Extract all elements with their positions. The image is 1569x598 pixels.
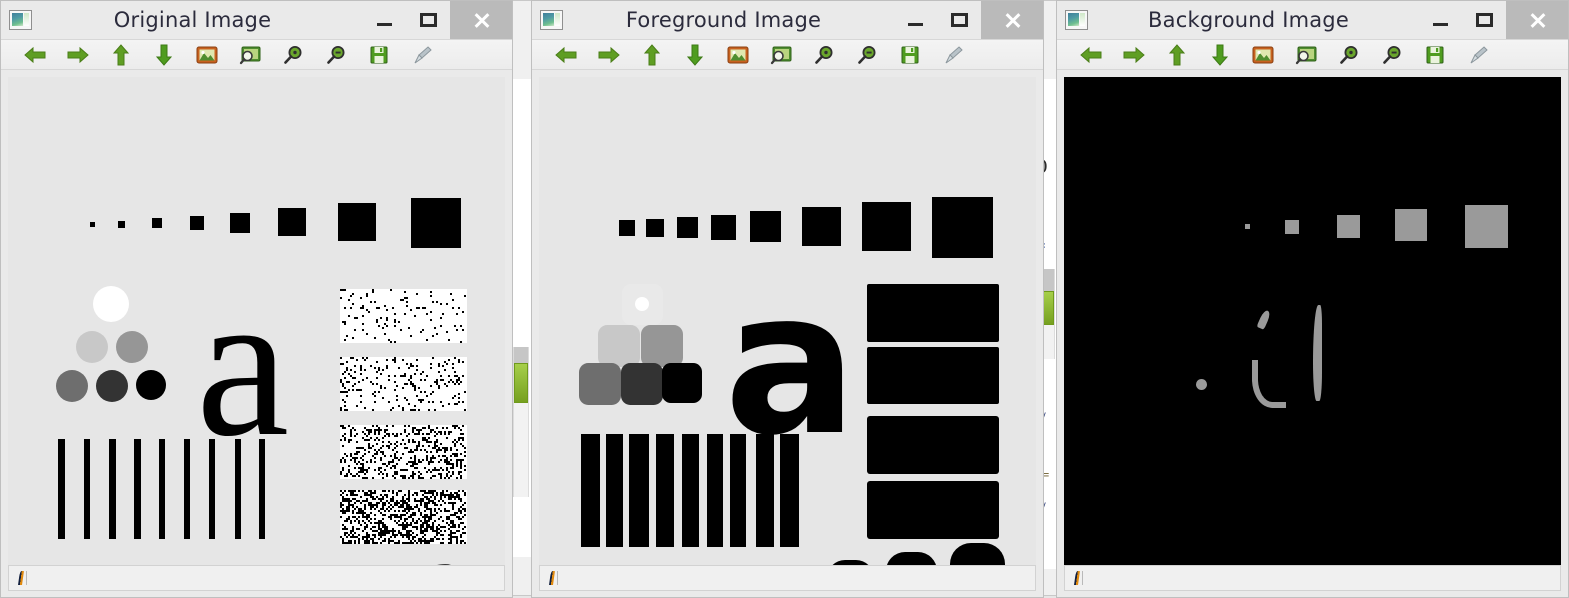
close-icon <box>473 12 490 29</box>
image-search-icon[interactable] <box>1284 40 1327 69</box>
sliver-scrollbar[interactable] <box>513 347 529 497</box>
window-foreground-image[interactable]: Foreground Image a <box>531 0 1044 598</box>
text-caret-icon <box>549 571 561 585</box>
minimize-icon <box>376 22 392 26</box>
desktop: 9 \ 9 ) : / = / Original Image <box>0 0 1569 598</box>
image-window-icon <box>540 10 563 30</box>
back-icon[interactable] <box>13 40 56 69</box>
image-window-icon <box>9 10 32 30</box>
down-icon[interactable] <box>1198 40 1241 69</box>
toolbar <box>532 39 1043 70</box>
maximize-button[interactable] <box>1462 1 1506 39</box>
client-area: a <box>532 71 1043 597</box>
image-icon[interactable] <box>1241 40 1284 69</box>
scrollbar-cap <box>514 347 528 363</box>
zoom-in-icon[interactable] <box>802 40 845 69</box>
toolbar <box>1057 39 1568 70</box>
forward-icon[interactable] <box>1112 40 1155 69</box>
maximize-icon <box>950 13 968 27</box>
image-canvas-foreground[interactable]: a <box>539 77 1036 569</box>
save-icon[interactable] <box>357 40 400 69</box>
back-icon[interactable] <box>1069 40 1112 69</box>
image-canvas-original[interactable]: a a a a a a <box>8 77 505 569</box>
titlebar[interactable]: Original Image <box>1 1 512 39</box>
zoom-in-icon[interactable] <box>1327 40 1370 69</box>
client-area <box>1057 71 1568 597</box>
large-letter-a: a <box>196 248 290 480</box>
titlebar[interactable]: Foreground Image <box>532 1 1043 39</box>
clear-icon[interactable] <box>931 40 974 69</box>
up-icon[interactable] <box>630 40 673 69</box>
down-icon[interactable] <box>673 40 716 69</box>
forward-icon[interactable] <box>56 40 99 69</box>
zoom-out-icon[interactable] <box>845 40 888 69</box>
maximize-button[interactable] <box>406 1 450 39</box>
scrollbar-thumb[interactable] <box>514 363 528 403</box>
minimize-icon <box>1432 22 1448 26</box>
toolbar <box>1 39 512 70</box>
window-original-image[interactable]: Original Image a <box>0 0 513 598</box>
titlebar[interactable]: Background Image <box>1057 1 1568 39</box>
zoom-in-icon[interactable] <box>271 40 314 69</box>
save-icon[interactable] <box>1413 40 1456 69</box>
back-icon[interactable] <box>544 40 587 69</box>
window-background-image[interactable]: Background Image <box>1056 0 1569 598</box>
up-icon[interactable] <box>1155 40 1198 69</box>
close-icon <box>1529 12 1546 29</box>
image-search-icon[interactable] <box>759 40 802 69</box>
close-button[interactable] <box>450 1 512 39</box>
caption-buttons <box>1418 1 1568 39</box>
image-window-icon <box>1065 10 1088 30</box>
noise-patch-1 <box>340 289 467 343</box>
maximize-icon <box>419 13 437 27</box>
close-icon <box>1004 12 1021 29</box>
noise-patch-2 <box>340 357 467 411</box>
clear-icon[interactable] <box>1456 40 1499 69</box>
zoom-out-icon[interactable] <box>314 40 357 69</box>
statusbar <box>8 565 505 591</box>
image-search-icon[interactable] <box>228 40 271 69</box>
save-icon[interactable] <box>888 40 931 69</box>
zoom-out-icon[interactable] <box>1370 40 1413 69</box>
minimize-button[interactable] <box>362 1 406 39</box>
maximize-button[interactable] <box>937 1 981 39</box>
caption-buttons <box>893 1 1043 39</box>
forward-icon[interactable] <box>587 40 630 69</box>
text-caret-icon <box>1074 571 1086 585</box>
noise-patch-3 <box>340 425 467 479</box>
client-area: a a a a a a <box>1 71 512 597</box>
image-icon[interactable] <box>716 40 759 69</box>
close-button[interactable] <box>981 1 1043 39</box>
statusbar <box>539 565 1036 591</box>
text-caret-icon <box>18 571 30 585</box>
close-button[interactable] <box>1506 1 1568 39</box>
image-canvas-background[interactable] <box>1064 77 1561 569</box>
minimize-button[interactable] <box>893 1 937 39</box>
minimize-button[interactable] <box>1418 1 1462 39</box>
up-icon[interactable] <box>99 40 142 69</box>
statusbar <box>1064 565 1561 591</box>
down-icon[interactable] <box>142 40 185 69</box>
clear-icon[interactable] <box>400 40 443 69</box>
maximize-icon <box>1475 13 1493 27</box>
image-icon[interactable] <box>185 40 228 69</box>
minimize-icon <box>907 22 923 26</box>
caption-buttons <box>362 1 512 39</box>
